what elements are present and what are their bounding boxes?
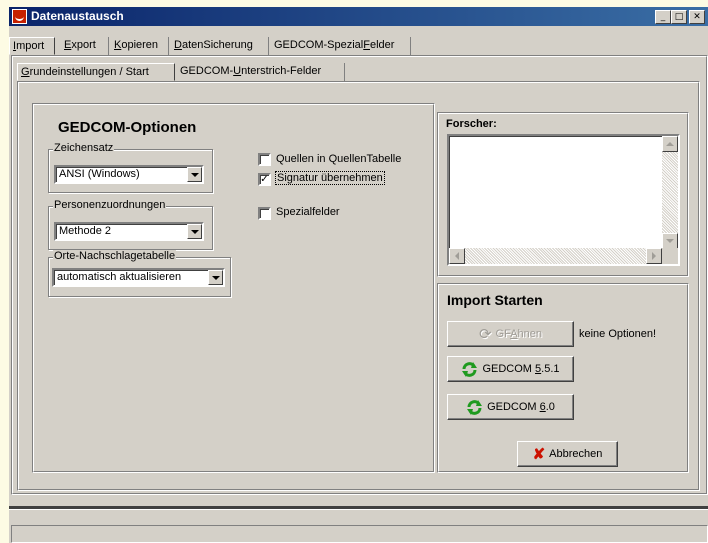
zeichensatz-select[interactable]: ANSI (Windows) [54,165,204,184]
tab-kopieren[interactable]: Kopieren [111,37,169,55]
signatur-checkbox[interactable]: ✓ [258,173,271,186]
scroll-down-icon[interactable] [662,233,678,249]
personenzuordnungen-group: Personenzuordnungen Methode 2 [48,199,213,250]
main-tab-strip: Import Export Kopieren DatenSicherung GE… [9,37,708,55]
minimize-button[interactable]: _ [655,10,671,24]
close-button[interactable]: ✕ [689,10,705,24]
quellen-checkbox-label[interactable]: Quellen in QuellenTabelle [276,153,401,165]
spezialfelder-checkbox-label[interactable]: Spezialfelder [276,206,340,218]
chevron-down-icon[interactable] [208,270,223,285]
gedcom-options-heading: GEDCOM-Optionen [58,119,197,136]
zeichensatz-group: Zeichensatz ANSI (Windows) [48,142,213,193]
refresh-icon: ⟳ [478,326,492,343]
sub-tab-strip: Grundeinstellungen / Start GEDCOM-Unters… [17,63,697,81]
personenzuordnungen-select[interactable]: Methode 2 [54,222,204,241]
personenzuordnungen-label: Personenzuordnungen [53,199,167,211]
app-logo-icon [12,9,27,24]
chevron-down-icon[interactable] [187,224,202,239]
chevron-down-icon[interactable] [187,167,202,182]
horizontal-scrollbar[interactable] [449,248,662,264]
tab-datensicherung[interactable]: DatenSicherung [171,37,269,55]
quellen-checkbox[interactable] [258,153,271,166]
orte-label: Orte-Nachschlagetabelle [53,250,177,262]
orte-select[interactable]: automatisch aktualisieren [52,268,225,287]
vertical-scrollbar[interactable] [662,136,678,249]
tab-grundeinstellungen[interactable]: Grundeinstellungen / Start [17,63,175,81]
orte-value: automatisch aktualisieren [57,271,182,283]
tab-export[interactable]: Export [61,37,109,55]
scroll-left-icon[interactable] [449,248,465,264]
spezialfelder-checkbox[interactable] [258,207,271,220]
datenaustausch-window: Datenaustausch _ □ ✕ Import Export Kopie… [9,7,708,543]
import-starten-heading: Import Starten [447,292,543,308]
forscher-panel: Forscher: [437,112,689,277]
abbrechen-label: Abbrechen [549,448,603,460]
refresh-icon [467,399,483,415]
gfahnen-button: ⟳ GFAhnen [447,321,574,347]
bottom-separator [9,506,708,510]
signatur-checkbox-label[interactable]: Signatur übernehmen [275,171,385,185]
window-title: Datenaustausch [31,9,124,23]
scroll-corner [662,248,678,264]
gedcom-60-button[interactable]: GEDCOM 6.0 [447,394,574,420]
personenzuordnungen-value: Methode 2 [59,225,111,237]
status-bar [11,525,708,543]
zeichensatz-value: ANSI (Windows) [59,168,140,180]
title-bar[interactable]: Datenaustausch _ □ ✕ [9,7,708,26]
tab-gedcom-unterstrich[interactable]: GEDCOM-Unterstrich-Felder [177,63,345,81]
zeichensatz-label: Zeichensatz [53,142,115,154]
cancel-x-icon: ✘ [532,446,546,463]
gedcom-options-panel: GEDCOM-Optionen Zeichensatz ANSI (Window… [32,103,435,473]
maximize-button[interactable]: □ [671,10,687,24]
tab-gedcom-spezialfelder[interactable]: GEDCOM-SpezialFelder [271,37,411,55]
forscher-textarea[interactable] [447,134,680,266]
gedcom-551-button[interactable]: GEDCOM 5.5.1 [447,356,574,382]
tab-import[interactable]: Import [9,37,55,55]
scroll-up-icon[interactable] [662,136,678,152]
abbrechen-button[interactable]: ✘ Abbrechen [517,441,618,467]
import-starten-panel: Import Starten ⟳ GFAhnen keine Optionen!… [437,283,689,473]
gfahnen-note: keine Optionen! [579,328,657,340]
forscher-label: Forscher: [446,118,497,130]
orte-group: Orte-Nachschlagetabelle automatisch aktu… [48,250,231,297]
scroll-right-icon[interactable] [646,248,662,264]
refresh-icon [462,361,478,377]
